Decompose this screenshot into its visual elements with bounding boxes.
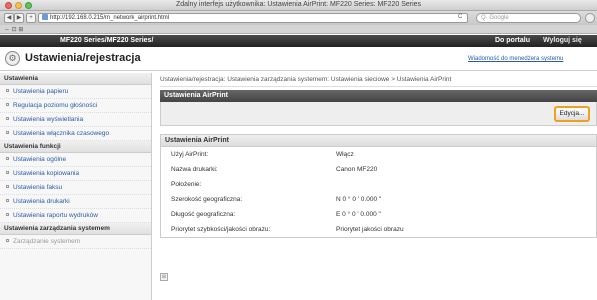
row-label: Priorytet szybkości/jakości obrazu:	[171, 226, 271, 233]
sidebar-item-paper[interactable]: Ustawienia papieru	[0, 85, 151, 99]
forward-button[interactable]: ▶	[14, 13, 24, 23]
page-title: Ustawienia/rejestracja	[25, 52, 141, 64]
back-button[interactable]: ◀	[4, 13, 14, 23]
bullet-icon	[6, 117, 9, 120]
bullet-icon	[6, 185, 9, 188]
sidebar-item-fax[interactable]: Ustawienia faksu	[0, 181, 151, 195]
row-value: Priorytet jakości obrazu	[336, 226, 404, 233]
sidebar-item-label: Ustawienia raportu wydruków	[13, 212, 98, 219]
device-header-bar: MF220 Series/MF220 Series/ Do portalu Wy…	[0, 35, 597, 47]
sidebar-item-display[interactable]: Ustawienia wyświetlania	[0, 113, 151, 127]
window-title: Zdalny interfejs użytkownika: Ustawienia…	[175, 1, 422, 8]
bookmarks-bar: ⇔ ⊡ ⊞	[0, 25, 597, 34]
bullet-icon	[6, 103, 9, 106]
bullet-icon	[6, 131, 9, 134]
row-label: Użyj AirPrint:	[171, 151, 209, 158]
logout-link[interactable]: Wyloguj się	[543, 37, 582, 44]
main-content: Ustawienia/rejestracja: Ustawienia zarzą…	[160, 73, 597, 281]
bullet-icon	[6, 157, 9, 160]
sidebar-item-label: Ustawienia włącznika czasowego	[13, 130, 110, 137]
row-value: E 0 ° 0 ' 0.000 "	[336, 211, 381, 218]
section-title: Ustawienia AirPrint	[160, 134, 597, 147]
reload-icon[interactable]: C	[458, 14, 462, 20]
row-label: Długość geograficzna:	[171, 211, 236, 218]
bullet-icon	[6, 239, 9, 242]
sidebar-item-volume[interactable]: Regulacja poziomu głośności	[0, 99, 151, 113]
add-bookmark-button[interactable]: +	[26, 13, 36, 23]
table-row: Nazwa drukarki: Canon MF220	[161, 162, 596, 177]
table-row: Użyj AirPrint: Włącz	[161, 147, 596, 162]
sidebar-item-label: Ustawienia wyświetlania	[13, 116, 84, 123]
edit-row: Edycja...	[160, 102, 597, 126]
address-url: http://192.168.0.215/m_network_airprint.…	[50, 15, 170, 21]
browser-toolbar: ◀ ▶ + http://192.168.0.215/m_network_air…	[0, 11, 597, 25]
bookmarks-icons[interactable]: ⇔ ⊡ ⊞	[4, 26, 23, 33]
row-value: Canon MF220	[336, 166, 378, 173]
bullet-icon	[6, 199, 9, 202]
sidebar-item-general[interactable]: Ustawienia ogólne	[0, 153, 151, 167]
row-label: Szerokość geograficzna:	[171, 196, 243, 203]
sidebar-item-label: Ustawienia kopiowania	[13, 170, 80, 177]
row-value: Włącz	[336, 151, 354, 158]
mail-admin-link[interactable]: Wiadomość do menedżera systemu	[468, 56, 563, 62]
page-header: ⚙ Ustawienia/rejestracja Wiadomość do me…	[0, 47, 597, 71]
table-row: Szerokość geograficzna: N 0 ° 0 ' 0.000 …	[161, 192, 596, 207]
bullet-icon	[6, 171, 9, 174]
row-label: Nazwa drukarki:	[171, 166, 218, 173]
sidebar-item-system-management[interactable]: Zarządzanie systemem	[0, 235, 151, 249]
search-input[interactable]: Q· Google	[476, 13, 581, 23]
sidebar-item-label: Ustawienia ogólne	[13, 156, 67, 163]
breadcrumb: Ustawienia/rejestracja: Ustawienia zarzą…	[160, 73, 597, 87]
table-row: Długość geograficzna: E 0 ° 0 ' 0.000 "	[161, 207, 596, 222]
row-value: N 0 ° 0 ' 0.000 "	[336, 196, 382, 203]
bullet-icon	[6, 213, 9, 216]
address-bar[interactable]: http://192.168.0.215/m_network_airprint.…	[38, 13, 468, 23]
edit-button[interactable]: Edycja...	[554, 106, 590, 122]
sidebar-item-copy[interactable]: Ustawienia kopiowania	[0, 167, 151, 181]
sidebar-item-label: Ustawienia drukarki	[13, 198, 70, 205]
site-favicon-icon	[42, 14, 48, 20]
properties-table: Użyj AirPrint: Włącz Nazwa drukarki: Can…	[160, 147, 597, 238]
table-row: Położenie:	[161, 177, 596, 192]
settings-gear-icon: ⚙	[5, 51, 20, 66]
device-breadcrumb: MF220 Series/MF220 Series/	[60, 37, 154, 44]
panel-title: Ustawienia AirPrint	[160, 90, 597, 102]
downloads-icon[interactable]	[585, 13, 595, 23]
sidebar-item-printer[interactable]: Ustawienia drukarki	[0, 195, 151, 209]
sidebar-item-label: Regulacja poziomu głośności	[13, 102, 98, 109]
sidebar-item-report[interactable]: Ustawienia raportu wydruków	[0, 209, 151, 223]
sidebar-item-label: Ustawienia faksu	[13, 184, 63, 191]
table-row: Priorytet szybkości/jakości obrazu: Prio…	[161, 222, 596, 237]
sidebar-item-label: Ustawienia papieru	[13, 88, 69, 95]
sidebar-item-label: Zarządzanie systemem	[13, 238, 81, 245]
sidebar-section-system: Ustawienia zarządzania systemem	[0, 223, 151, 235]
sidebar: Ustawienia Ustawienia papieru Regulacja …	[0, 73, 152, 300]
row-label: Położenie:	[171, 181, 202, 188]
window-titlebar: Zdalny interfejs użytkownika: Ustawienia…	[0, 0, 597, 11]
sidebar-section-settings: Ustawienia	[0, 73, 151, 85]
expand-icon[interactable]: ⊞	[160, 273, 168, 281]
portal-link[interactable]: Do portalu	[495, 37, 530, 44]
bullet-icon	[6, 89, 9, 92]
sidebar-section-functions: Ustawienia funkcji	[0, 141, 151, 153]
sidebar-item-timer[interactable]: Ustawienia włącznika czasowego	[0, 127, 151, 141]
